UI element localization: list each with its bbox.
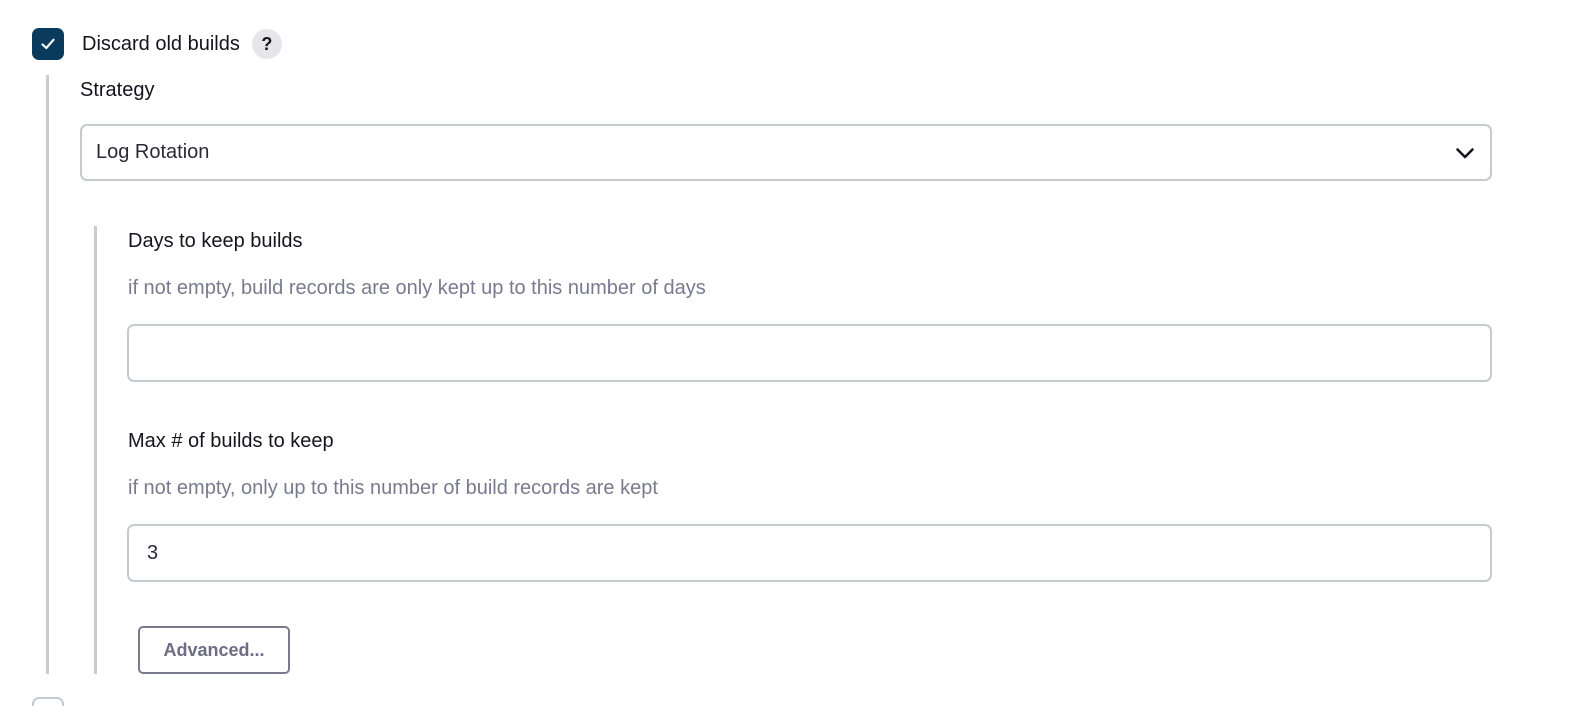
- max-builds-hint: if not empty, only up to this number of …: [128, 477, 658, 499]
- days-to-keep-input[interactable]: [127, 324, 1492, 382]
- discard-old-builds-label[interactable]: Discard old builds: [82, 33, 240, 56]
- days-to-keep-hint: if not empty, build records are only kep…: [128, 277, 706, 299]
- help-button[interactable]: ?: [251, 29, 282, 59]
- discard-old-builds-section: Discard old builds ? Strategy Log Rotati…: [0, 0, 1574, 706]
- advanced-button[interactable]: Advanced...: [138, 626, 290, 674]
- section-guide-bar: [46, 75, 49, 674]
- next-option-checkbox[interactable]: [32, 697, 64, 706]
- days-to-keep-label: Days to keep builds: [128, 230, 303, 252]
- discard-old-builds-row: Discard old builds ?: [32, 28, 282, 60]
- chevron-down-icon: [1456, 147, 1474, 158]
- strategy-options-guide-bar: [94, 226, 97, 674]
- strategy-label: Strategy: [80, 79, 155, 101]
- discard-old-builds-checkbox[interactable]: [32, 28, 64, 60]
- max-builds-input[interactable]: [127, 524, 1492, 582]
- strategy-selected-value: Log Rotation: [96, 141, 210, 163]
- check-icon: [41, 38, 55, 50]
- max-builds-label: Max # of builds to keep: [128, 430, 334, 452]
- strategy-select[interactable]: Log Rotation: [80, 124, 1492, 181]
